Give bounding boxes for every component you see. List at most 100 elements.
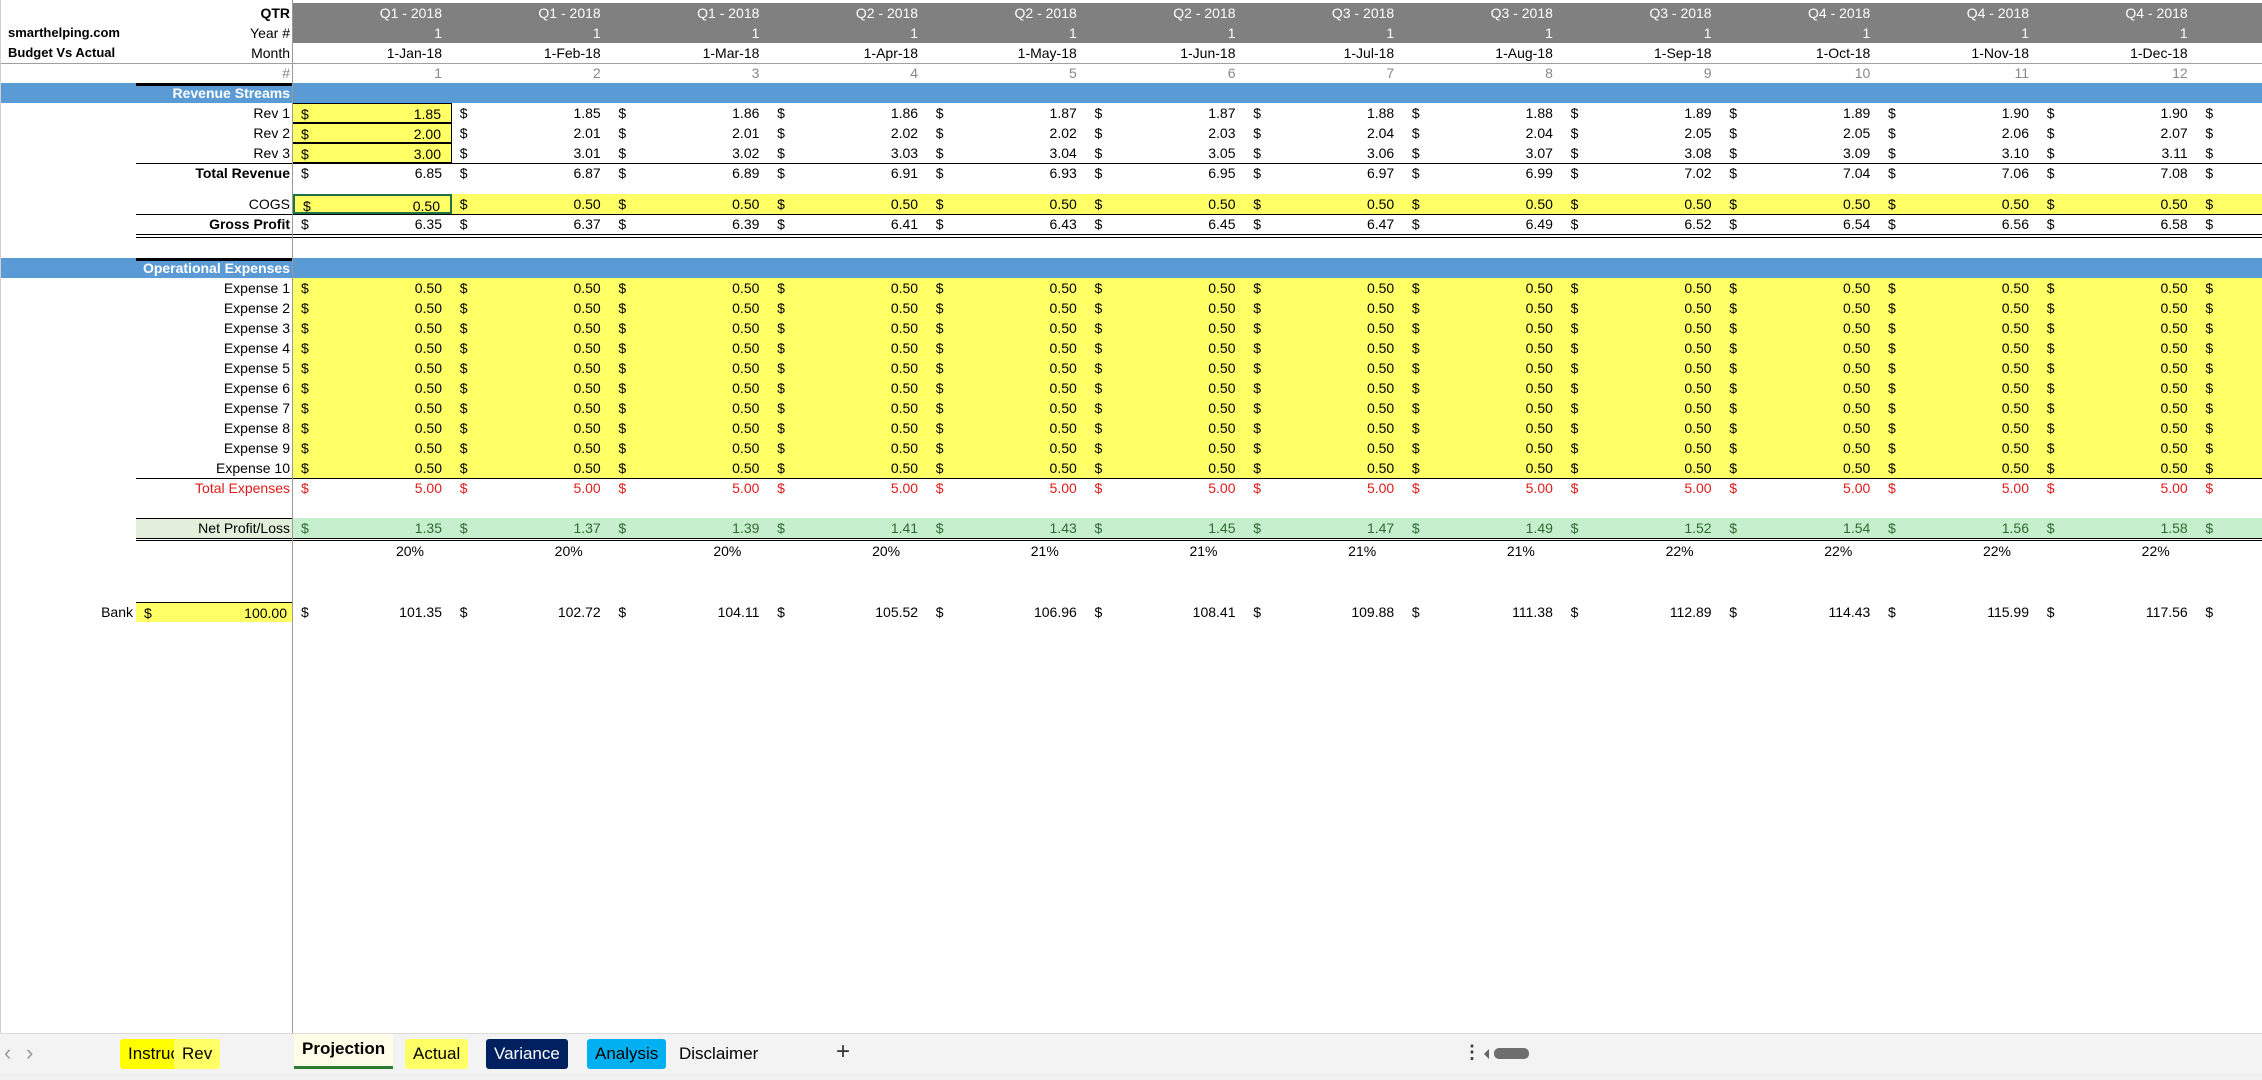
value-cell[interactable]: $0.50 — [2039, 298, 2198, 318]
value-cell[interactable]: $6.47 — [1245, 214, 1404, 234]
value-cell[interactable]: $0.50 — [1404, 378, 1563, 398]
value-cell[interactable]: $0.50 — [293, 398, 452, 418]
value-cell[interactable]: $1.89 — [1563, 103, 1722, 123]
value-cell[interactable]: $105.52 — [769, 602, 928, 622]
value-cell[interactable]: $0.50 — [610, 458, 769, 478]
value-cell[interactable]: $ — [2197, 194, 2262, 214]
value-cell[interactable]: $0.50 — [1087, 318, 1246, 338]
value-cell[interactable]: $5.00 — [928, 478, 1087, 498]
value-cell[interactable]: $102.72 — [452, 602, 611, 622]
value-cell[interactable]: $6.35 — [293, 214, 452, 234]
value-cell[interactable]: $0.50 — [769, 398, 928, 418]
value-cell[interactable]: $ — [2197, 214, 2262, 234]
value-cell[interactable]: $1.90 — [1880, 103, 2039, 123]
value-cell[interactable]: $0.50 — [610, 398, 769, 418]
value-cell[interactable]: $1.86 — [769, 103, 928, 123]
value-cell[interactable]: $3.09 — [1721, 143, 1880, 163]
value-cell[interactable]: $ — [2197, 103, 2262, 123]
value-cell[interactable]: $0.50 — [1563, 458, 1722, 478]
value-cell[interactable]: $0.50 — [610, 278, 769, 298]
value-cell[interactable]: $0.50 — [293, 338, 452, 358]
value-cell[interactable]: $0.50 — [769, 318, 928, 338]
value-cell[interactable]: $0.50 — [1880, 438, 2039, 458]
value-cell[interactable]: $1.86 — [610, 103, 769, 123]
value-cell[interactable]: $6.87 — [452, 163, 611, 183]
value-cell[interactable]: $2.01 — [452, 123, 611, 143]
value-cell[interactable]: $0.50 — [1404, 338, 1563, 358]
prev-sheet-button[interactable]: ‹ — [4, 1040, 11, 1066]
value-cell[interactable]: $0.50 — [1087, 458, 1246, 478]
sheet-tab-disclaimer[interactable]: Disclaimer — [671, 1039, 766, 1069]
value-cell[interactable]: $0.50 — [1563, 338, 1722, 358]
value-cell[interactable]: $0.50 — [1245, 298, 1404, 318]
value-cell[interactable]: $111.38 — [1404, 602, 1563, 622]
value-cell[interactable]: $0.50 — [1880, 378, 2039, 398]
value-cell[interactable]: $1.37 — [451, 518, 611, 538]
value-cell[interactable]: $0.50 — [2039, 398, 2198, 418]
value-cell[interactable]: $0.50 — [1880, 458, 2039, 478]
value-cell[interactable]: $1.90 — [2039, 103, 2198, 123]
value-cell[interactable]: $0.50 — [1880, 278, 2039, 298]
value-cell[interactable]: $0.50 — [1721, 418, 1880, 438]
value-cell[interactable]: $0.50 — [452, 194, 611, 214]
value-cell[interactable]: $0.50 — [1563, 318, 1722, 338]
value-cell[interactable]: $0.50 — [293, 378, 452, 398]
value-cell[interactable]: $ — [2197, 458, 2262, 478]
value-cell[interactable]: 20% — [610, 541, 769, 561]
value-cell[interactable]: 22% — [1880, 541, 2039, 561]
value-cell[interactable]: $0.50 — [1404, 438, 1563, 458]
value-cell[interactable]: $6.93 — [928, 163, 1087, 183]
value-cell[interactable]: $1.88 — [1404, 103, 1563, 123]
value-cell[interactable]: $0.50 — [1087, 358, 1246, 378]
value-cell[interactable]: $0.50 — [452, 358, 611, 378]
value-cell[interactable]: $0.50 — [1245, 318, 1404, 338]
value-cell[interactable]: 21% — [928, 541, 1087, 561]
value-cell[interactable]: 22% — [1563, 541, 1722, 561]
sheet-tab-rev[interactable]: Rev — [174, 1039, 221, 1069]
value-cell[interactable]: $1.49 — [1403, 518, 1563, 538]
value-cell[interactable]: $6.85 — [293, 163, 452, 183]
value-cell[interactable]: $0.50 — [928, 378, 1087, 398]
value-cell[interactable]: $1.56 — [1880, 518, 2039, 538]
value-cell[interactable]: $3.11 — [2039, 143, 2198, 163]
value-cell[interactable]: $0.50 — [1245, 458, 1404, 478]
value-cell[interactable]: $0.50 — [1563, 194, 1722, 214]
value-cell[interactable]: $ — [2197, 143, 2262, 163]
value-cell[interactable]: $112.89 — [1563, 602, 1722, 622]
value-cell[interactable]: $1.87 — [928, 103, 1087, 123]
value-cell[interactable]: $3.00 — [293, 143, 452, 163]
value-cell[interactable]: $1.47 — [1245, 518, 1405, 538]
value-cell[interactable]: $0.50 — [1404, 458, 1563, 478]
value-cell[interactable]: $1.35 — [293, 518, 452, 538]
value-cell[interactable]: $5.00 — [1404, 478, 1563, 498]
value-cell[interactable]: $0.50 — [1404, 194, 1563, 214]
value-cell[interactable]: $0.50 — [1721, 458, 1880, 478]
value-cell[interactable]: $0.50 — [928, 418, 1087, 438]
value-cell[interactable]: $6.99 — [1404, 163, 1563, 183]
value-cell[interactable]: $ — [2197, 163, 2262, 183]
value-cell[interactable]: $0.50 — [1563, 398, 1722, 418]
value-cell[interactable]: $1.39 — [610, 518, 770, 538]
value-cell[interactable]: $ — [2197, 398, 2262, 418]
value-cell[interactable]: $0.50 — [769, 338, 928, 358]
value-cell[interactable]: $0.50 — [610, 438, 769, 458]
value-cell[interactable]: $0.50 — [1087, 438, 1246, 458]
value-cell[interactable]: $5.00 — [1087, 478, 1246, 498]
value-cell[interactable]: $0.50 — [2039, 318, 2198, 338]
value-cell[interactable]: $0.50 — [769, 278, 928, 298]
value-cell[interactable]: $114.43 — [1721, 602, 1880, 622]
value-cell[interactable]: $0.50 — [1721, 194, 1880, 214]
value-cell[interactable]: $0.50 — [610, 418, 769, 438]
value-cell[interactable]: $ — [2197, 478, 2262, 498]
value-cell[interactable]: $5.00 — [452, 478, 611, 498]
more-options-icon[interactable]: ⋮ — [1463, 1042, 1481, 1063]
value-cell[interactable]: $6.49 — [1404, 214, 1563, 234]
value-cell[interactable]: $1.85 — [293, 103, 452, 123]
value-cell[interactable]: $0.50 — [1563, 278, 1722, 298]
value-cell[interactable]: $0.50 — [452, 438, 611, 458]
value-cell[interactable]: $1.45 — [1086, 518, 1246, 538]
value-cell[interactable]: $0.50 — [769, 458, 928, 478]
value-cell[interactable]: $1.88 — [1245, 103, 1404, 123]
value-cell[interactable]: $3.07 — [1404, 143, 1563, 163]
value-cell[interactable]: $6.43 — [928, 214, 1087, 234]
